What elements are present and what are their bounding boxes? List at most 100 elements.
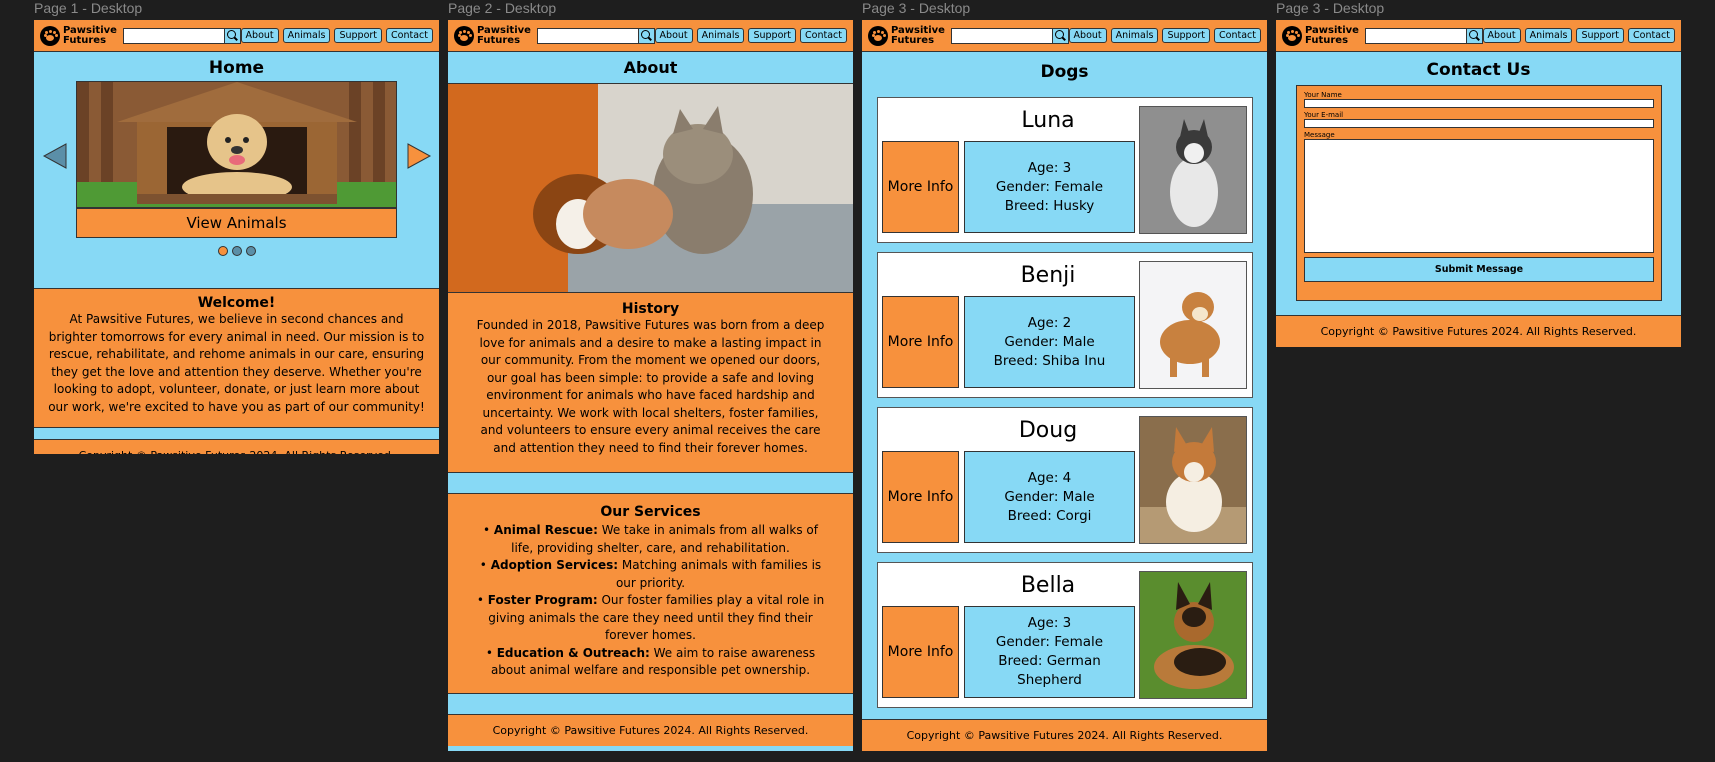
footer: Copyright © Pawsitive Futures 2024. All … — [448, 714, 853, 746]
search-input[interactable] — [950, 27, 1052, 44]
arrow-left-icon[interactable] — [42, 142, 68, 170]
paw-icon — [40, 25, 60, 46]
nav-support[interactable]: Support — [748, 28, 797, 43]
submit-message-button[interactable]: Submit Message — [1304, 257, 1654, 282]
nav-support[interactable]: Support — [334, 28, 383, 43]
dog-info: Age: 3 Gender: Female Breed: Husky — [964, 141, 1135, 233]
nav-support[interactable]: Support — [1576, 28, 1625, 43]
carousel-dot[interactable] — [232, 246, 242, 256]
footer: Copyright © Pawsitive Futures 2024. All … — [34, 439, 439, 454]
page-home: Pawsitive Futures About Animals Support C… — [34, 20, 439, 454]
page-title: Home — [208, 58, 265, 78]
more-info-button[interactable]: More Info — [882, 141, 959, 233]
nav-links: About Animals Support Contact — [1482, 28, 1675, 43]
name-field[interactable] — [1304, 99, 1654, 108]
logo[interactable]: Pawsitive Futures — [868, 24, 949, 46]
navbar: Pawsitive Futures About Animals Support C… — [448, 20, 853, 52]
page-contact: Pawsitive Futures About Animals Support C… — [1276, 20, 1681, 347]
logo[interactable]: Pawsitive Futures — [1282, 25, 1363, 46]
name-label: Your Name — [1304, 91, 1342, 99]
search-input[interactable] — [122, 27, 224, 44]
frame-label-page1: Page 1 - Desktop — [34, 0, 143, 16]
page-title: Dogs — [1040, 62, 1089, 82]
view-animals-button[interactable]: View Animals — [76, 208, 397, 238]
footer: Copyright © Pawsitive Futures 2024. All … — [1276, 315, 1681, 347]
carousel-dot-active[interactable] — [218, 246, 228, 256]
search-button[interactable] — [223, 27, 241, 44]
nav-animals[interactable]: Animals — [696, 28, 745, 43]
dog-info: Age: 4 Gender: Male Breed: Corgi — [964, 451, 1135, 543]
logo[interactable]: Pawsitive Futures — [454, 24, 535, 46]
nav-support[interactable]: Support — [1162, 28, 1211, 43]
navbar: Pawsitive Futures About Animals Support C… — [862, 20, 1267, 52]
history-text: Founded in 2018, Pawsitive Futures was b… — [476, 318, 825, 455]
frame-label-page3-contact: Page 3 - Desktop — [1276, 0, 1385, 16]
message-field[interactable] — [1304, 139, 1654, 253]
contact-content: Contact Us Your Name Your E-mail Message… — [1276, 52, 1681, 315]
nav-contact[interactable]: Contact — [1628, 28, 1675, 43]
arrow-right-icon[interactable] — [406, 142, 432, 170]
nav-about[interactable]: About — [654, 28, 693, 43]
navbar: Pawsitive Futures About Animals Support C… — [1276, 20, 1681, 52]
nav-animals[interactable]: Animals — [1524, 28, 1573, 43]
list-item: Animal Rescue: We take in animals from a… — [472, 522, 829, 557]
search-icon — [640, 30, 650, 39]
nav-about[interactable]: About — [240, 28, 279, 43]
welcome-title: Welcome! — [197, 295, 276, 311]
dog-card: Luna More Info Age: 3 Gender: Female Breed… — [877, 97, 1253, 243]
nav-links: About Animals Support Contact — [654, 28, 847, 43]
search-button[interactable] — [1051, 27, 1069, 44]
contact-form: Your Name Your E-mail Message Submit Mes… — [1296, 85, 1662, 301]
dog-card: Bella More Info Age: 3 Gender: Female Bree… — [877, 562, 1253, 708]
about-image-pets — [448, 83, 853, 293]
dog-info: Age: 2 Gender: Male Breed: Shiba Inu — [964, 296, 1135, 388]
nav-about[interactable]: About — [1482, 28, 1521, 43]
dog-photo-corgi — [1139, 416, 1247, 544]
nav-animals[interactable]: Animals — [1110, 28, 1159, 43]
welcome-section: Welcome! At Pawsitive Futures, we believ… — [34, 288, 439, 428]
search-input[interactable] — [1364, 27, 1466, 44]
more-info-button[interactable]: More Info — [882, 606, 959, 698]
more-info-button[interactable]: More Info — [882, 451, 959, 543]
dog-card: Doug More Info Age: 4 Gender: Male Breed: … — [877, 407, 1253, 553]
nav-contact[interactable]: Contact — [800, 28, 847, 43]
email-field[interactable] — [1304, 119, 1654, 128]
dog-name: Benji — [1020, 263, 1076, 288]
dog-photo-husky — [1139, 106, 1247, 234]
dog-card: Benji More Info Age: 2 Gender: Male Breed:… — [877, 252, 1253, 398]
dog-photo-german-shepherd — [1139, 571, 1247, 699]
logo-text: Pawsitive Futures — [891, 24, 945, 46]
nav-contact[interactable]: Contact — [1214, 28, 1261, 43]
search-bar — [1364, 27, 1483, 44]
dog-name: Bella — [1020, 573, 1076, 598]
carousel-dot[interactable] — [246, 246, 256, 256]
search-input[interactable] — [536, 27, 638, 44]
carousel-image-dog — [76, 81, 397, 208]
more-info-button[interactable]: More Info — [882, 296, 959, 388]
frame-label-page2: Page 2 - Desktop — [448, 0, 557, 16]
nav-about[interactable]: About — [1068, 28, 1107, 43]
logo-text: Pawsitive Futures — [477, 24, 531, 46]
search-icon — [1468, 30, 1478, 39]
search-button[interactable] — [1465, 27, 1483, 44]
nav-links: About Animals Support Contact — [240, 28, 433, 43]
history-section: History Founded in 2018, Pawsitive Futur… — [448, 293, 853, 473]
dog-name: Luna — [1021, 108, 1075, 133]
page-title: Contact Us — [1426, 60, 1531, 80]
nav-contact[interactable]: Contact — [386, 28, 433, 43]
welcome-text: At Pawsitive Futures, we believe in seco… — [48, 312, 425, 414]
search-icon — [1054, 30, 1064, 39]
carousel: View Animals — [34, 78, 439, 288]
list-item: Adoption Services: Matching animals with… — [472, 557, 829, 592]
logo[interactable]: Pawsitive Futures — [40, 24, 121, 46]
search-bar — [536, 27, 655, 44]
message-label: Message — [1304, 131, 1335, 139]
page-title: About — [623, 58, 678, 77]
nav-animals[interactable]: Animals — [282, 28, 331, 43]
list-item: Foster Program: Our foster families play… — [472, 592, 829, 645]
logo-text: Pawsitive Futures — [63, 24, 117, 46]
history-title: History — [621, 301, 680, 317]
carousel-dots — [218, 246, 256, 256]
search-button[interactable] — [637, 27, 655, 44]
paw-icon — [454, 25, 474, 46]
